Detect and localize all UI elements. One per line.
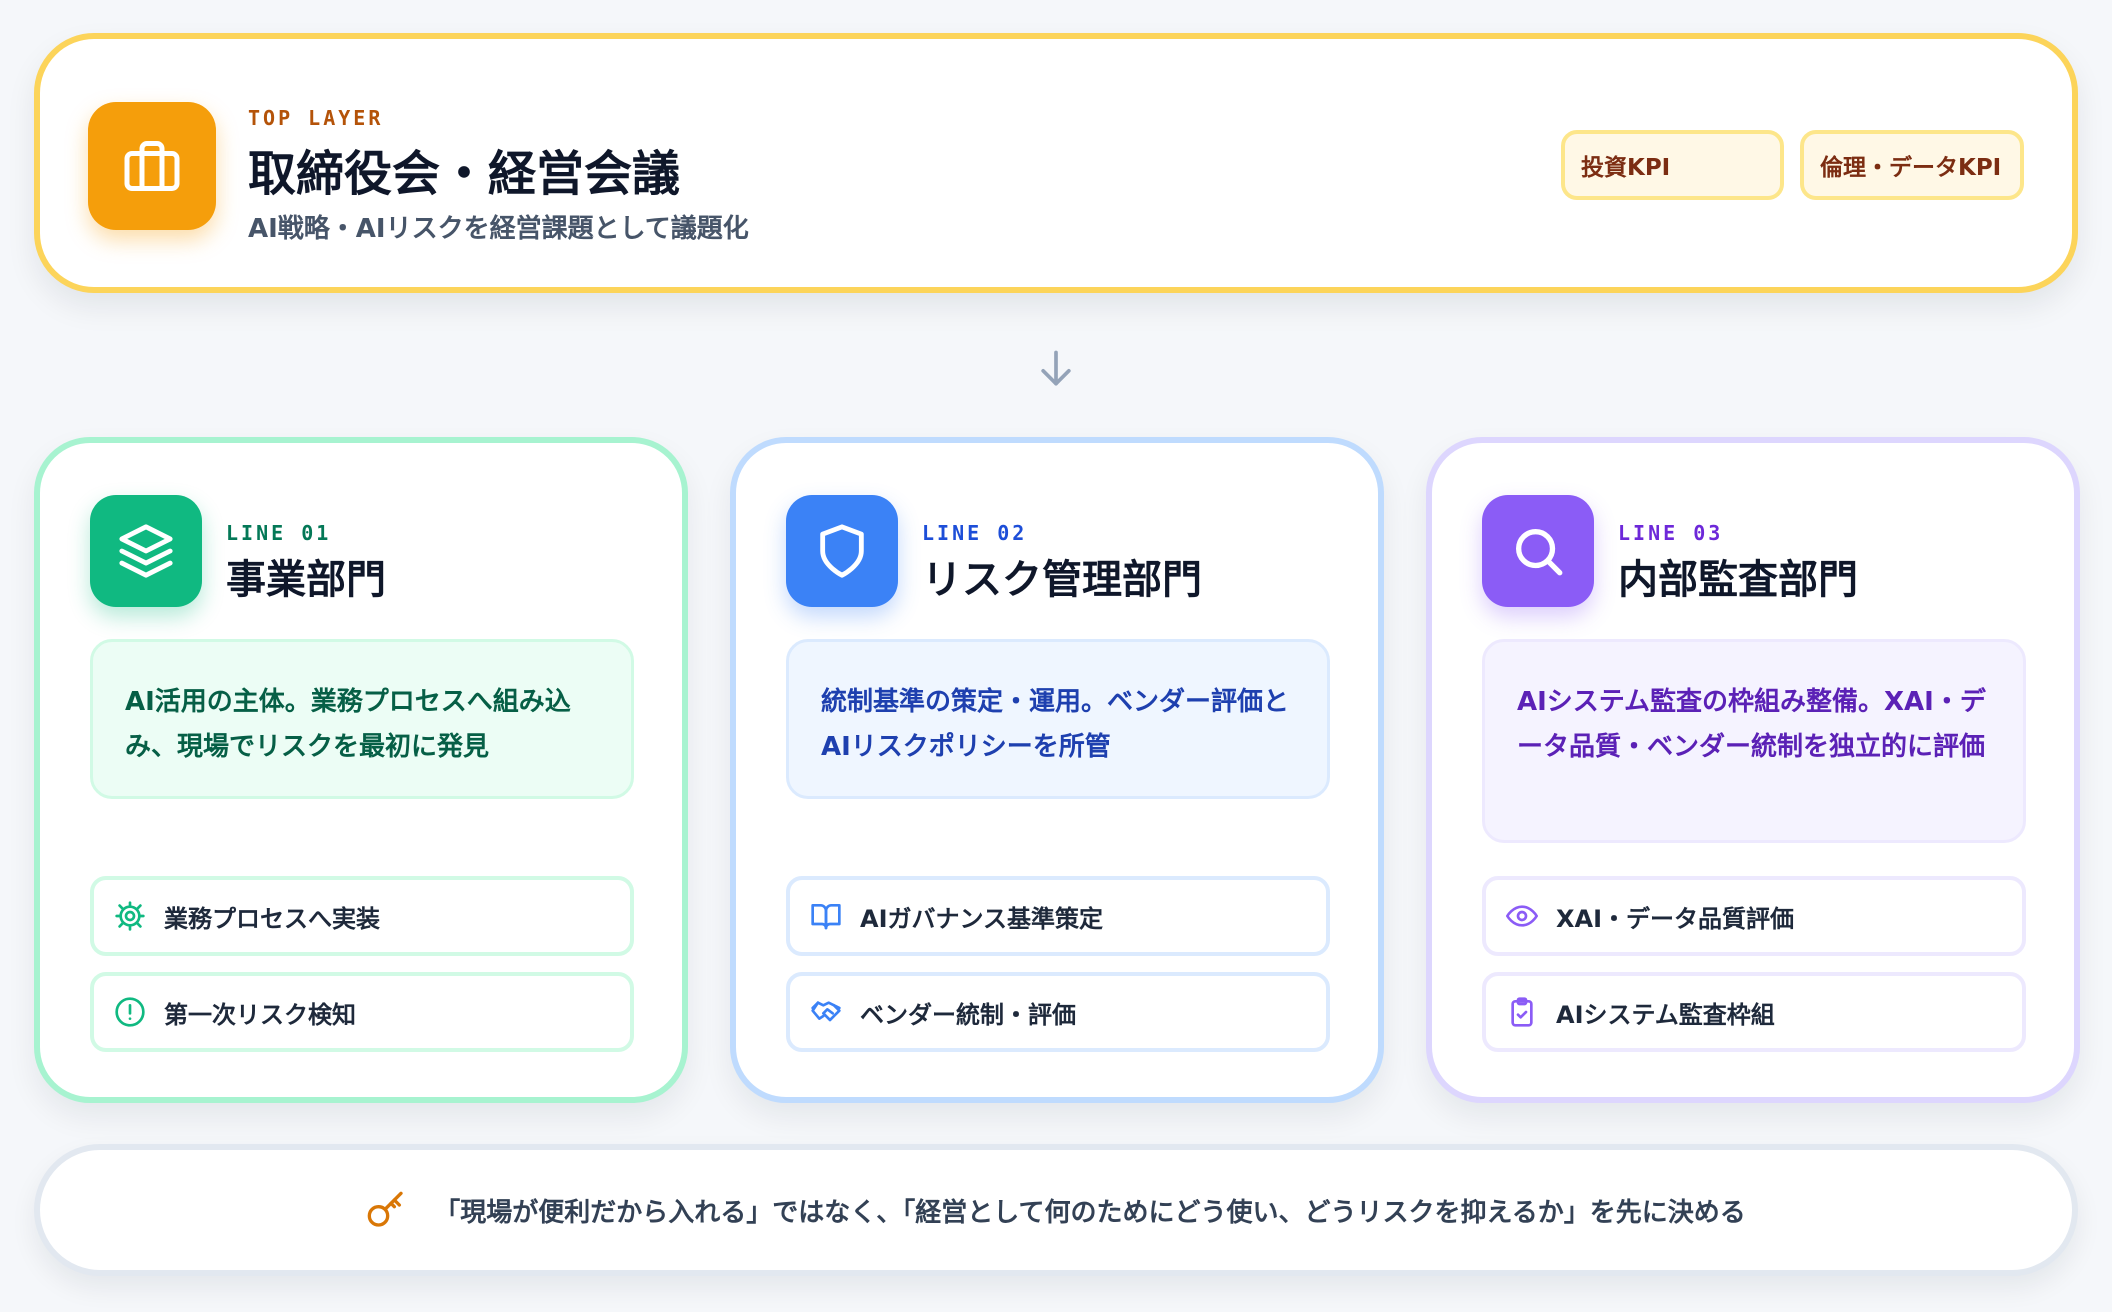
- line-eyebrow: LINE 02: [922, 521, 1028, 545]
- line-item-label: ベンダー統制・評価: [860, 1000, 1076, 1029]
- gear-icon: [115, 901, 145, 931]
- line-item-label: 業務プロセスへ実装: [164, 904, 380, 933]
- footer-principle-text: 「現場が便利だから入れる」ではなく、「経営として何のためにどう使い、どうリスクを…: [434, 1197, 1746, 1228]
- line-card-internal-audit: LINE 03 内部監査部門 AIシステム監査の枠組み整備。XAI・データ品質・…: [1426, 437, 2080, 1103]
- principle-footer: 「現場が便利だから入れる」ではなく、「経営として何のためにどう使い、どうリスクを…: [34, 1144, 2078, 1276]
- line-item: 第一次リスク検知: [90, 972, 634, 1052]
- line-description: 統制基準の策定・運用。ベンダー評価とAIリスクポリシーを所管: [786, 639, 1330, 799]
- search-icon: [1482, 495, 1594, 607]
- line-item: XAI・データ品質評価: [1482, 876, 2026, 956]
- line-card-risk-management: LINE 02 リスク管理部門 統制基準の策定・運用。ベンダー評価とAIリスクポ…: [730, 437, 1384, 1103]
- kpi-badge-ethics-data: 倫理・データKPI: [1800, 130, 2024, 200]
- line-item-label: AIシステム監査枠組: [1556, 1000, 1775, 1029]
- top-layer-subtitle: AI戦略・AIリスクを経営課題として議題化: [248, 214, 749, 244]
- line-eyebrow: LINE 03: [1618, 521, 1724, 545]
- line-card-business: LINE 01 事業部門 AI活用の主体。業務プロセスへ組み込み、現場でリスクを…: [34, 437, 688, 1103]
- handshake-icon: [811, 1001, 841, 1022]
- clipboard-check-icon: [1511, 997, 1533, 1027]
- line-item: AIガバナンス基準策定: [786, 876, 1330, 956]
- shield-icon: [786, 495, 898, 607]
- briefcase-icon: [88, 102, 216, 230]
- line-title: 内部監査部門: [1618, 557, 1858, 603]
- layers-icon: [90, 495, 202, 607]
- line-eyebrow: LINE 01: [226, 521, 332, 545]
- top-layer-eyebrow: TOP LAYER: [248, 106, 384, 130]
- line-item-label: 第一次リスク検知: [164, 1000, 356, 1029]
- key-icon: [367, 1191, 403, 1227]
- governance-diagram: TOP LAYER 取締役会・経営会議 AI戦略・AIリスクを経営課題として議題…: [0, 0, 2112, 1312]
- eye-icon: [1506, 905, 1538, 927]
- arrow-down-icon: [1034, 346, 1078, 392]
- line-item-label: AIガバナンス基準策定: [860, 904, 1104, 933]
- kpi-badge-investment: 投資KPI: [1561, 130, 1784, 200]
- line-item-label: XAI・データ品質評価: [1556, 904, 1795, 933]
- line-title: 事業部門: [226, 557, 386, 603]
- line-description: AI活用の主体。業務プロセスへ組み込み、現場でリスクを最初に発見: [90, 639, 634, 799]
- line-item: AIシステム監査枠組: [1482, 972, 2026, 1052]
- book-open-icon: [811, 904, 841, 930]
- top-layer-title: 取締役会・経営会議: [248, 146, 681, 202]
- line-item: 業務プロセスへ実装: [90, 876, 634, 956]
- line-title: リスク管理部門: [922, 557, 1202, 603]
- line-description: AIシステム監査の枠組み整備。XAI・データ品質・ベンダー統制を独立的に評価: [1482, 639, 2026, 843]
- line-item: ベンダー統制・評価: [786, 972, 1330, 1052]
- alert-circle-icon: [115, 997, 145, 1027]
